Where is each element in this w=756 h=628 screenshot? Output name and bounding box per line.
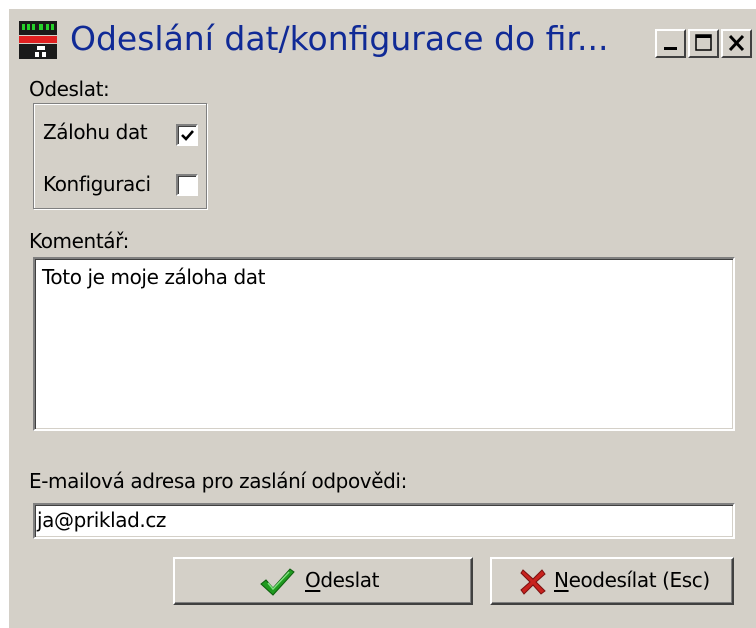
dialog-window: Odeslání dat/konfigurace do fir... Odesl…	[8, 8, 756, 628]
cross-icon	[520, 569, 546, 595]
minimize-icon	[664, 47, 677, 50]
cancel-button[interactable]: Neodesílat (Esc)	[490, 557, 734, 605]
minimize-button[interactable]	[655, 29, 686, 58]
close-button[interactable]	[721, 29, 752, 58]
close-icon	[728, 34, 745, 52]
window-title: Odeslání dat/konfigurace do fir...	[70, 19, 609, 58]
cancel-button-label: Neodesílat (Esc)	[554, 568, 710, 592]
maximize-icon	[695, 34, 712, 51]
comment-label: Komentář:	[29, 229, 129, 253]
send-section-label: Odeslat:	[29, 77, 110, 101]
comment-textarea[interactable]: Toto je moje záloha dat	[33, 257, 735, 431]
title-bar[interactable]: Odeslání dat/konfigurace do fir...	[9, 9, 756, 69]
checkmark-icon	[260, 568, 295, 596]
config-checkbox[interactable]	[176, 174, 198, 196]
send-button-label: Odeslat	[305, 568, 380, 592]
send-options-group: Zálohu dat Konfiguraci	[33, 103, 207, 209]
maximize-button[interactable]	[688, 29, 719, 58]
email-input[interactable]: ja@priklad.cz	[33, 503, 735, 539]
backup-checkbox[interactable]	[176, 124, 198, 146]
backup-checkbox-label[interactable]: Zálohu dat	[43, 120, 148, 144]
send-button[interactable]: Odeslat	[173, 557, 473, 605]
config-checkbox-label[interactable]: Konfiguraci	[43, 172, 151, 196]
email-label: E-mailová adresa pro zaslání odpovědi:	[29, 469, 407, 493]
checkmark-tick-icon	[181, 130, 194, 141]
app-icon[interactable]	[19, 21, 57, 59]
